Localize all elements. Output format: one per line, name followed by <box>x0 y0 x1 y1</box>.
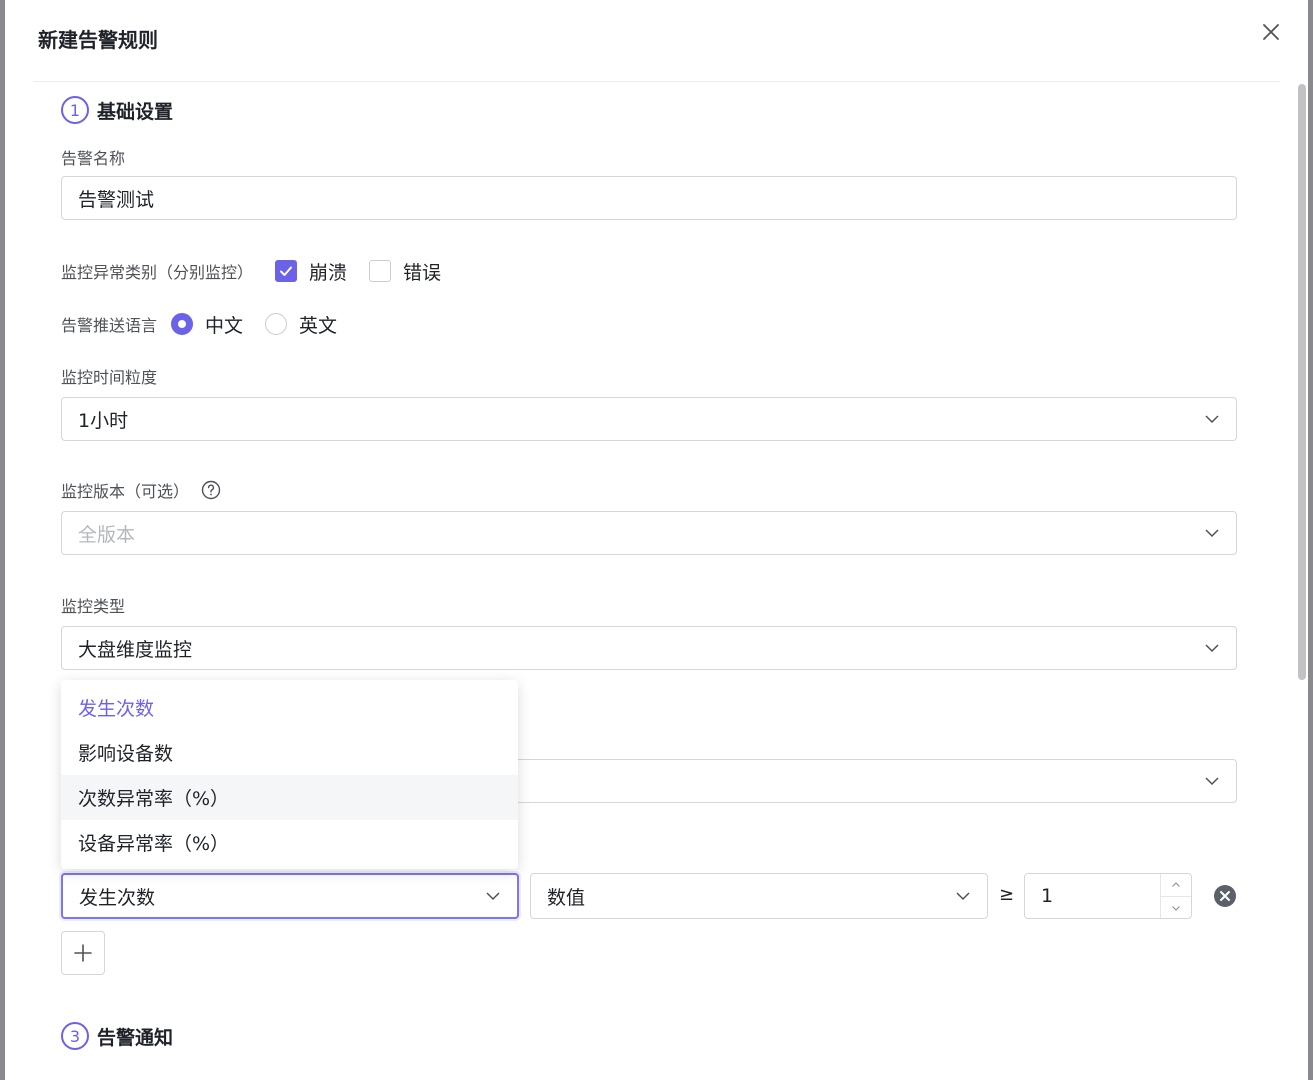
chevron-down-icon <box>1204 411 1220 427</box>
check-icon <box>280 266 293 276</box>
modal-backdrop-right <box>1308 0 1313 1080</box>
dropdown-option-occurrences[interactable]: 发生次数 <box>61 685 518 730</box>
metric-select-value: 发生次数 <box>79 886 156 909</box>
decrement-button[interactable] <box>1161 896 1191 918</box>
step-number-1: 1 <box>61 96 89 124</box>
threshold-stepper <box>1160 874 1191 918</box>
modal-title: 新建告警规则 <box>38 28 158 52</box>
english-radio[interactable] <box>265 313 288 335</box>
section-alert-notification: 3 告警通知 <box>61 1022 173 1050</box>
alert-name-input[interactable] <box>61 176 1237 220</box>
exception-category-row: 监控异常类别（分别监控） 崩溃 错误 <box>61 258 441 284</box>
chevron-down-icon <box>1172 905 1180 911</box>
section-basic-settings: 1 基础设置 <box>61 96 173 124</box>
dropdown-option-affected-devices[interactable]: 影响设备数 <box>61 730 518 775</box>
dropdown-option-occurrence-rate[interactable]: 次数异常率（%） <box>61 775 518 820</box>
close-button[interactable] <box>1255 16 1287 48</box>
crash-option-label[interactable]: 崩溃 <box>309 258 347 285</box>
section-title: 基础设置 <box>97 100 174 123</box>
chevron-down-icon <box>1204 773 1220 789</box>
version-label-row: 监控版本（可选） <box>61 478 221 502</box>
close-circle-icon <box>1214 885 1236 907</box>
plus-icon <box>74 944 92 962</box>
operator-label: ≥ <box>999 884 1015 905</box>
close-icon <box>1263 24 1279 40</box>
metric-dropdown-menu: 发生次数 影响设备数 次数异常率（%） 设备异常率（%） <box>61 680 518 869</box>
alert-name-label: 告警名称 <box>61 149 126 168</box>
version-select[interactable]: 全版本 <box>61 511 1237 555</box>
chevron-down-icon <box>1204 640 1220 656</box>
modal-header: 新建告警规则 <box>33 0 1280 82</box>
time-granularity-label: 监控时间粒度 <box>61 368 158 387</box>
monitor-type-select[interactable]: 大盘维度监控 <box>61 626 1237 670</box>
help-icon[interactable] <box>201 480 221 500</box>
threshold-input[interactable]: 1 <box>1024 873 1192 919</box>
scrollbar[interactable] <box>1295 84 1307 1080</box>
increment-button[interactable] <box>1161 874 1191 896</box>
chevron-down-icon <box>485 888 501 904</box>
threshold-value: 1 <box>1041 885 1054 907</box>
chevron-up-icon <box>1172 882 1180 887</box>
add-condition-button[interactable] <box>61 931 105 975</box>
exception-category-label: 监控异常类别（分别监控） <box>61 263 254 282</box>
value-mode-select[interactable]: 数值 <box>530 873 988 919</box>
version-placeholder: 全版本 <box>78 523 136 546</box>
monitor-type-value: 大盘维度监控 <box>78 638 193 661</box>
scrollbar-thumb[interactable] <box>1298 84 1306 680</box>
time-granularity-value: 1小时 <box>78 409 129 432</box>
value-mode-value: 数值 <box>547 886 586 909</box>
push-language-label: 告警推送语言 <box>61 316 158 335</box>
crash-checkbox[interactable] <box>275 260 298 282</box>
chevron-down-icon <box>1204 525 1220 541</box>
chevron-down-icon <box>955 888 971 904</box>
chinese-option-label[interactable]: 中文 <box>205 311 243 338</box>
section-title: 告警通知 <box>97 1026 174 1049</box>
push-language-row: 告警推送语言 中文 英文 <box>61 311 337 337</box>
chinese-radio[interactable] <box>171 313 194 335</box>
time-granularity-select[interactable]: 1小时 <box>61 397 1237 441</box>
error-option-label[interactable]: 错误 <box>403 258 441 285</box>
metric-select[interactable]: 发生次数 <box>61 873 519 919</box>
step-number-3: 3 <box>61 1022 89 1050</box>
dropdown-option-device-rate[interactable]: 设备异常率（%） <box>61 820 518 865</box>
create-alert-rule-modal: 新建告警规则 1 基础设置 告警名称 监控异常类别（分别监控） 崩溃 错误 告警… <box>5 0 1308 1080</box>
version-label: 监控版本（可选） <box>61 482 190 501</box>
error-checkbox[interactable] <box>369 260 392 282</box>
monitor-type-label: 监控类型 <box>61 597 126 616</box>
english-option-label[interactable]: 英文 <box>299 311 337 338</box>
remove-condition-button[interactable] <box>1213 884 1237 908</box>
